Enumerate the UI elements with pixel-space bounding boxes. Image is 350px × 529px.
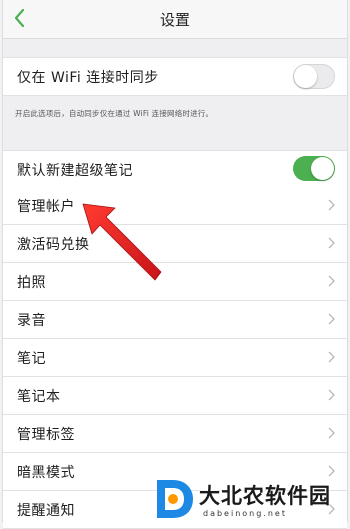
- sync-wifi-row: 仅在 WiFi 连接时同步: [3, 57, 347, 96]
- chevron-right-icon: [328, 237, 335, 249]
- chevron-right-icon: [328, 275, 335, 287]
- menu-item-notebooks[interactable]: 笔记本: [3, 377, 347, 415]
- toggle-knob: [311, 157, 334, 180]
- menu-item-label: 笔记本: [17, 389, 61, 405]
- menu-item-activation-code[interactable]: 激活码兑换: [3, 225, 347, 263]
- watermark-url: dabeinong.net: [203, 509, 287, 518]
- nav-bar: 设置: [3, 0, 347, 39]
- watermark-logo-icon: [157, 480, 193, 518]
- menu-item-label: 提醒通知: [17, 503, 75, 519]
- menu-item-label: 暗黑模式: [17, 465, 75, 481]
- chevron-right-icon: [328, 313, 335, 325]
- page-title: 设置: [159, 11, 190, 29]
- phone-screen: 设置 仅在 WiFi 连接时同步 开启此选项后，自动同步仅在通过 WiFi 连接…: [2, 0, 350, 529]
- site-watermark: 大北农软件园 dabeinong.net: [153, 476, 350, 522]
- menu-item-label: 管理标签: [17, 427, 75, 443]
- sync-wifi-label: 仅在 WiFi 连接时同步: [17, 70, 159, 86]
- sync-wifi-hint: 开启此选项后，自动同步仅在通过 WiFi 连接网络时进行。: [15, 109, 214, 118]
- sync-wifi-toggle[interactable]: [293, 64, 335, 89]
- menu-item-camera[interactable]: 拍照: [3, 263, 347, 301]
- menu-item-label: 录音: [17, 313, 46, 329]
- watermark-text: 大北农软件园: [199, 484, 331, 508]
- chevron-right-icon: [328, 427, 335, 439]
- menu-item-label: 拍照: [17, 275, 46, 291]
- menu-item-manage-account[interactable]: 管理帐户: [3, 187, 347, 225]
- super-note-label: 默认新建超级笔记: [17, 163, 133, 179]
- chevron-right-icon: [328, 199, 335, 211]
- menu-item-recording[interactable]: 录音: [3, 301, 347, 339]
- chevron-right-icon: [328, 351, 335, 363]
- menu-item-label: 笔记: [17, 351, 46, 367]
- toggle-knob: [294, 65, 317, 88]
- chevron-right-icon: [328, 389, 335, 401]
- super-note-row: 默认新建超级笔记: [3, 150, 347, 188]
- menu-item-notes[interactable]: 笔记: [3, 339, 347, 377]
- super-note-toggle[interactable]: [293, 156, 335, 181]
- annotation-arrow-icon: [82, 203, 162, 281]
- menu-item-manage-tags[interactable]: 管理标签: [3, 415, 347, 453]
